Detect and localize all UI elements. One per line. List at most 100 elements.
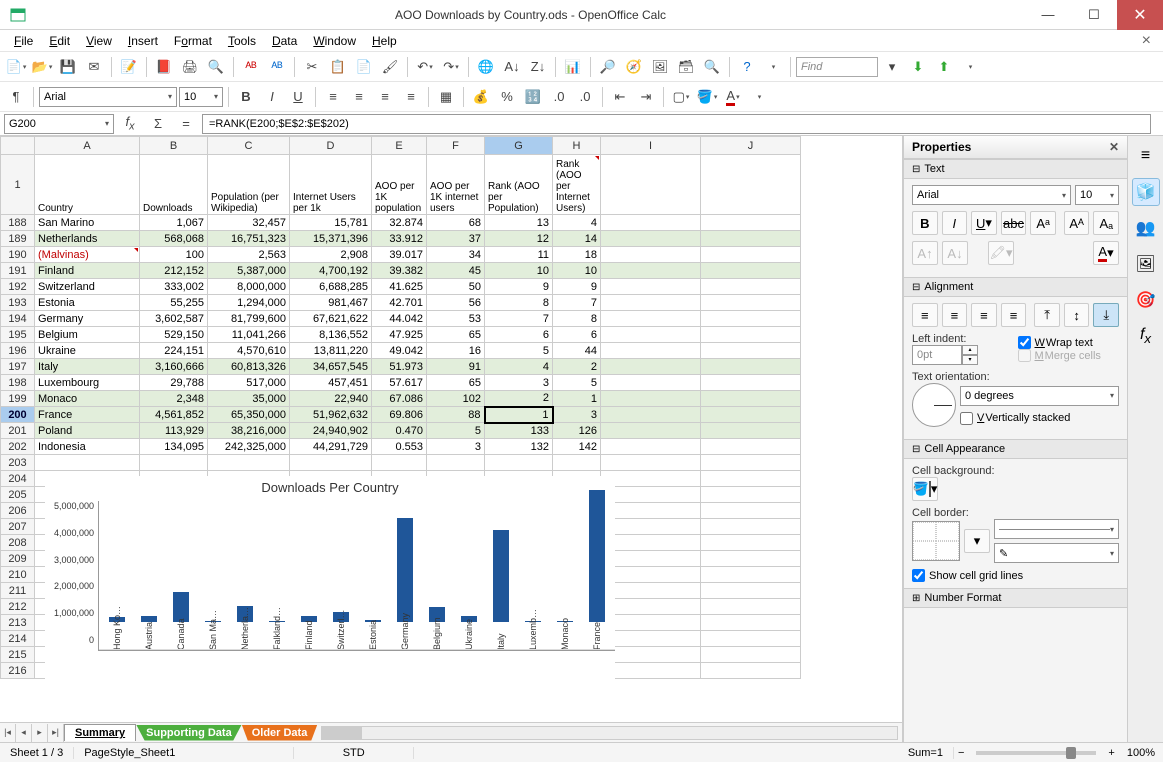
add-decimal-button[interactable]: .0 xyxy=(547,85,571,109)
styles-icon[interactable]: 🎯 xyxy=(1132,286,1160,314)
sort-desc-button[interactable]: Z↓ xyxy=(526,55,550,79)
sheet-tab-older[interactable]: Older Data xyxy=(242,725,318,741)
merge-cells-button[interactable]: ▦ xyxy=(434,85,458,109)
document-close-icon[interactable]: × xyxy=(1136,32,1157,50)
section-alignment[interactable]: Alignment xyxy=(904,277,1127,297)
sidebar-close-icon[interactable]: ✕ xyxy=(1109,140,1119,154)
copy-button[interactable]: 📋 xyxy=(326,55,350,79)
valign-bottom[interactable]: ⤓ xyxy=(1093,303,1119,327)
section-text[interactable]: Text xyxy=(904,159,1127,179)
bold-button[interactable]: B xyxy=(234,85,258,109)
chart-button[interactable]: 📊 xyxy=(561,55,585,79)
toolbar-more[interactable] xyxy=(761,55,785,79)
menu-file[interactable]: File xyxy=(6,32,41,50)
embedded-chart[interactable]: Downloads Per Country 5,000,0004,000,000… xyxy=(45,476,615,696)
menu-format[interactable]: Format xyxy=(166,32,220,50)
standard-number-button[interactable]: 🔢 xyxy=(521,85,545,109)
navigator-button[interactable]: 🧭 xyxy=(622,55,646,79)
side-fontcolor-button[interactable]: A ▾ xyxy=(1093,241,1119,265)
gallery-button[interactable]: 🖼 xyxy=(648,55,672,79)
increase-indent-button[interactable]: ⇥ xyxy=(634,85,658,109)
borders-button[interactable]: ▢ xyxy=(669,85,693,109)
halign-left[interactable]: ≡ xyxy=(912,303,938,327)
currency-button[interactable]: 💰 xyxy=(469,85,493,109)
menu-data[interactable]: Data xyxy=(264,32,305,50)
autospell-button[interactable]: ᴬᴮ xyxy=(265,55,289,79)
sheet-tab-summary[interactable]: Summary xyxy=(64,724,136,741)
find-dropdown[interactable]: ▾ xyxy=(880,55,904,79)
align-left-button[interactable]: ≡ xyxy=(321,85,345,109)
edit-button[interactable]: 📝 xyxy=(117,55,141,79)
remove-decimal-button[interactable]: .0 xyxy=(573,85,597,109)
bgcolor-button[interactable]: 🪣 xyxy=(695,85,719,109)
halign-right[interactable]: ≡ xyxy=(971,303,997,327)
preview-button[interactable]: 🔍 xyxy=(204,55,228,79)
properties-icon[interactable]: 🧊 xyxy=(1132,178,1160,206)
underline-button[interactable]: U xyxy=(286,85,310,109)
side-bold-button[interactable]: B xyxy=(912,211,938,235)
side-sub-button[interactable]: Aₐ xyxy=(1093,211,1119,235)
spellcheck-button[interactable]: ᴬᴮ xyxy=(239,55,263,79)
close-button[interactable]: ✕ xyxy=(1117,0,1163,30)
navigator-icon[interactable]: 🖼 xyxy=(1132,250,1160,278)
orientation-degrees[interactable]: 0 degrees▾ xyxy=(960,386,1119,406)
align-justify-button[interactable]: ≡ xyxy=(399,85,423,109)
side-shrink-button[interactable]: A↓ xyxy=(942,241,968,265)
merge-cells-checkbox[interactable]: MMerge cells xyxy=(1018,349,1120,362)
side-italic-button[interactable]: I xyxy=(942,211,968,235)
gallery-icon[interactable]: 👥 xyxy=(1132,214,1160,242)
paste-button[interactable]: 📄 xyxy=(352,55,376,79)
side-shadow-button[interactable]: Aᵃ xyxy=(1030,211,1056,235)
bg-color-button[interactable]: 🪣▾ xyxy=(912,477,938,501)
decrease-indent-button[interactable]: ⇤ xyxy=(608,85,632,109)
fontcolor-button[interactable]: A xyxy=(721,85,745,109)
border-dropdown[interactable]: ▾ xyxy=(964,529,990,553)
border-style-combo[interactable]: ▾ xyxy=(994,519,1119,539)
orientation-dial[interactable] xyxy=(912,383,956,427)
maximize-button[interactable]: ☐ xyxy=(1071,0,1117,30)
zoom-in-icon[interactable]: + xyxy=(1104,747,1118,759)
show-grid-checkbox[interactable]: Show cell grid lines xyxy=(912,569,1119,582)
sheet-tab-supporting[interactable]: Supporting Data xyxy=(136,725,242,741)
side-highlight-button[interactable]: 🖍▾ xyxy=(988,241,1014,265)
side-font-name[interactable]: Arial▾ xyxy=(912,185,1071,205)
font-name-combo[interactable]: Arial▾ xyxy=(39,87,177,107)
halign-justify[interactable]: ≡ xyxy=(1001,303,1027,327)
italic-button[interactable]: I xyxy=(260,85,284,109)
valign-top[interactable]: ⤒ xyxy=(1034,303,1060,327)
sort-asc-button[interactable]: A↓ xyxy=(500,55,524,79)
column-headers[interactable]: A B C D E F G H I J xyxy=(1,137,801,155)
section-number-format[interactable]: Number Format xyxy=(904,588,1127,608)
undo-button[interactable]: ↶ xyxy=(413,55,437,79)
border-picker[interactable] xyxy=(912,521,960,561)
save-button[interactable]: 💾 xyxy=(56,55,80,79)
vertically-stacked-checkbox[interactable]: VVertically stacked xyxy=(960,412,1119,425)
side-grow-button[interactable]: A↑ xyxy=(912,241,938,265)
new-button[interactable]: 📄 xyxy=(4,55,28,79)
format-more[interactable] xyxy=(747,85,771,109)
tab-next-button[interactable]: ▸ xyxy=(32,724,48,742)
align-right-button[interactable]: ≡ xyxy=(373,85,397,109)
datasources-button[interactable]: 🗃 xyxy=(674,55,698,79)
cell-reference-box[interactable]: G200▾ xyxy=(4,114,114,134)
border-color-combo[interactable]: ✎▾ xyxy=(994,543,1119,563)
tab-first-button[interactable]: |◂ xyxy=(0,724,16,742)
menu-edit[interactable]: Edit xyxy=(41,32,78,50)
side-underline-button[interactable]: U ▾ xyxy=(971,211,997,235)
valign-middle[interactable]: ↕ xyxy=(1064,303,1090,327)
cut-button[interactable]: ✂ xyxy=(300,55,324,79)
tab-last-button[interactable]: ▸| xyxy=(48,724,64,742)
functions-icon[interactable]: fx xyxy=(1132,322,1160,350)
zoom-button[interactable]: 🔍 xyxy=(700,55,724,79)
side-font-size[interactable]: 10▾ xyxy=(1075,185,1119,205)
open-button[interactable]: 📂 xyxy=(30,55,54,79)
tab-prev-button[interactable]: ◂ xyxy=(16,724,32,742)
menu-insert[interactable]: Insert xyxy=(120,32,166,50)
find-input[interactable]: Find xyxy=(796,57,878,77)
menu-window[interactable]: Window xyxy=(305,32,364,50)
format-paint-button[interactable]: 🖌 xyxy=(378,55,402,79)
print-button[interactable]: 🖨 xyxy=(178,55,202,79)
function-button[interactable]: = xyxy=(174,112,198,136)
percent-button[interactable]: % xyxy=(495,85,519,109)
hyperlink-button[interactable]: 🌐 xyxy=(474,55,498,79)
